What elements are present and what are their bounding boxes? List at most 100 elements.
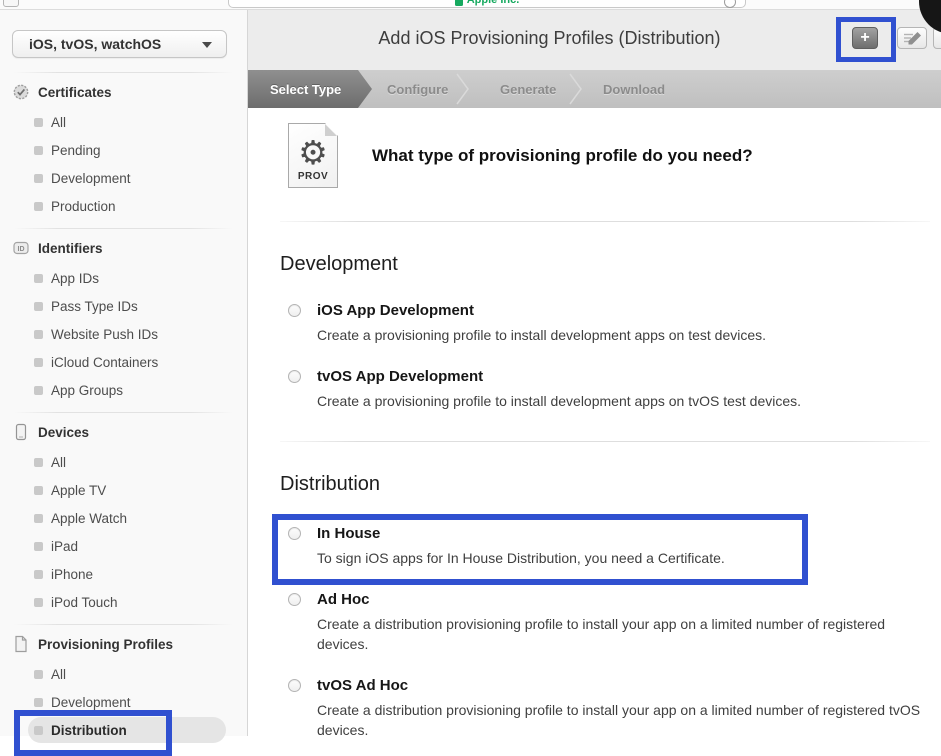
radio-tvos-app-development[interactable] [288,370,301,383]
sidebar-item-app-groups[interactable]: App Groups [0,376,247,404]
radio-ios-app-development[interactable] [288,304,301,317]
edit-button[interactable] [897,27,927,49]
sidebar-item-website-push-ids[interactable]: Website Push IDs [0,320,247,348]
option-ad-hoc[interactable]: Ad Hoc Create a distribution provisionin… [280,591,930,654]
mobile-device-icon [12,423,30,441]
sidebar-item-ipad[interactable]: iPad [0,532,247,560]
page-header: Add iOS Provisioning Profiles (Distribut… [248,10,941,70]
sidebar-section-identifiers: ID Identifiers App IDs Pass Type IDs Web… [0,236,247,404]
sidebar-divider [14,228,233,229]
sidebar-item-profiles-distribution[interactable]: Distribution [28,717,226,743]
main-panel: Add iOS Provisioning Profiles (Distribut… [248,10,941,736]
certificate-seal-icon [12,83,30,101]
reload-icon[interactable] [724,0,736,8]
wizard-step-configure: Configure [387,82,448,97]
sidebar: iOS, tvOS, watchOS Certificates All Pend… [0,10,248,736]
question-heading: What type of provisioning profile do you… [372,146,753,166]
document-icon [12,635,30,653]
sidebar-header-label: Provisioning Profiles [38,637,173,652]
option-description: Create a provisioning profile to install… [317,325,766,345]
sidebar-item-app-ids[interactable]: App IDs [0,264,247,292]
sidebar-header-label: Certificates [38,85,112,100]
bullet-icon [34,542,43,551]
lock-icon [455,0,463,6]
option-description: To sign iOS apps for In House Distributi… [317,548,725,568]
sidebar-item-certificates-pending[interactable]: Pending [0,136,247,164]
bullet-icon [34,570,43,579]
bullet-icon [34,202,43,211]
sidebar-item-certificates-all[interactable]: All [0,108,247,136]
sidebar-header-label: Devices [38,425,89,440]
sidebar-item-icloud-containers[interactable]: iCloud Containers [0,348,247,376]
sidebar-item-apple-watch[interactable]: Apple Watch [0,504,247,532]
sidebar-item-pass-type-ids[interactable]: Pass Type IDs [0,292,247,320]
content-divider [280,441,930,442]
site-label: Apple Inc. [467,0,520,6]
wizard-step-download: Download [603,82,665,97]
bullet-icon [34,486,43,495]
option-title: tvOS Ad Hoc [317,677,930,695]
provisioning-file-icon: ⚙ PROV [288,123,338,188]
bullet-icon [34,358,43,367]
browser-toolbar-strip: Apple Inc. [0,0,941,10]
sidebar-item-profiles-development[interactable]: Development [0,688,247,716]
bullet-icon [34,598,43,607]
content-divider [280,221,930,222]
option-description: Create a distribution provisioning profi… [317,700,930,740]
sidebar-item-certificates-development[interactable]: Development [0,164,247,192]
add-profile-button[interactable]: + [852,27,878,49]
bullet-icon [34,726,43,735]
sidebar-header-devices[interactable]: Devices [0,420,247,444]
sidebar-item-profiles-all[interactable]: All [0,660,247,688]
option-title: iOS App Development [317,302,766,320]
sidebar-item-iphone[interactable]: iPhone [0,560,247,588]
bullet-icon [34,386,43,395]
bullet-icon [34,670,43,679]
id-badge-icon: ID [12,239,30,257]
platform-selector-value: iOS, tvOS, watchOS [29,36,161,52]
wizard-step-select-type: Select Type [248,70,372,108]
option-tvos-ad-hoc[interactable]: tvOS Ad Hoc Create a distribution provis… [280,677,930,740]
chevron-separator-icon [568,73,584,105]
sidebar-item-devices-all[interactable]: All [0,448,247,476]
bullet-icon [34,514,43,523]
group-heading-distribution: Distribution [280,473,930,496]
platform-selector-dropdown[interactable]: iOS, tvOS, watchOS [12,30,227,58]
sidebar-item-certificates-production[interactable]: Production [0,192,247,220]
address-bar[interactable]: Apple Inc. [228,0,746,8]
radio-in-house[interactable] [288,527,301,540]
option-ios-app-development[interactable]: iOS App Development Create a provisionin… [280,302,930,345]
sidebar-divider [14,412,233,413]
sidebar-header-label: Identifiers [38,241,103,256]
sidebar-section-provisioning-profiles: Provisioning Profiles All Development Di… [0,632,247,743]
sidebar-header-certificates[interactable]: Certificates [0,80,247,104]
pencil-compose-icon [902,31,922,45]
bullet-icon [34,330,43,339]
option-title: In House [317,525,725,543]
sidebar-item-ipod-touch[interactable]: iPod Touch [0,588,247,616]
option-description: Create a distribution provisioning profi… [317,614,930,654]
bullet-icon [34,458,43,467]
bullet-icon [34,698,43,707]
option-description: Create a provisioning profile to install… [317,391,801,411]
option-title: tvOS App Development [317,368,801,386]
option-title: Ad Hoc [317,591,930,609]
sidebar-section-devices: Devices All Apple TV Apple Watch iPad iP… [0,420,247,616]
group-heading-development: Development [280,253,930,276]
svg-text:ID: ID [18,246,25,253]
bullet-icon [34,174,43,183]
sidebar-divider [14,72,233,73]
browser-toolbar-icon[interactable] [3,0,19,7]
radio-ad-hoc[interactable] [288,593,301,606]
wizard-breadcrumb: Select Type Configure Generate Download [248,70,941,108]
page-title: Add iOS Provisioning Profiles (Distribut… [248,28,851,49]
radio-tvos-ad-hoc[interactable] [288,679,301,692]
sidebar-item-apple-tv[interactable]: Apple TV [0,476,247,504]
sidebar-header-provisioning-profiles[interactable]: Provisioning Profiles [0,632,247,656]
option-in-house[interactable]: In House To sign iOS apps for In House D… [280,525,930,568]
sidebar-header-identifiers[interactable]: ID Identifiers [0,236,247,260]
bullet-icon [34,118,43,127]
sidebar-section-certificates: Certificates All Pending Development Pro… [0,80,247,220]
option-tvos-app-development[interactable]: tvOS App Development Create a provisioni… [280,368,930,411]
wizard-step-generate: Generate [500,82,556,97]
